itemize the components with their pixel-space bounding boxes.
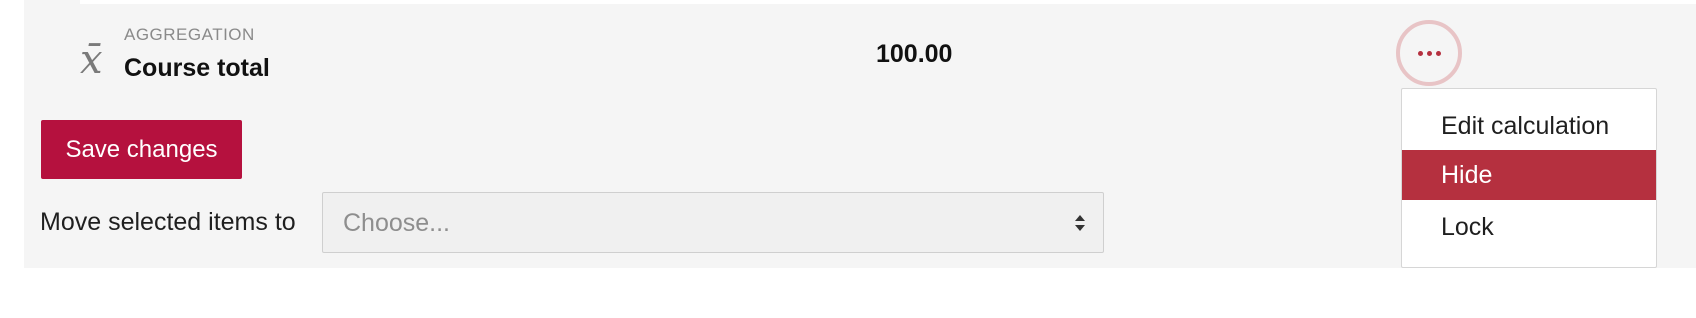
- save-changes-button[interactable]: Save changes: [41, 120, 242, 179]
- actions-dropdown-menu: Edit calculation Hide Lock: [1401, 88, 1657, 268]
- row-divider: [80, 0, 1696, 4]
- course-total-value: 100.00: [876, 40, 953, 68]
- select-placeholder: Choose...: [343, 209, 451, 237]
- move-items-select[interactable]: Choose...: [322, 192, 1104, 253]
- menu-item-hide[interactable]: Hide: [1402, 150, 1656, 200]
- ellipsis-icon: [1417, 50, 1441, 56]
- actions-menu-button[interactable]: [1396, 20, 1462, 86]
- move-items-label: Move selected items to: [40, 208, 296, 236]
- menu-item-edit-calculation[interactable]: Edit calculation: [1402, 101, 1656, 151]
- menu-item-lock[interactable]: Lock: [1402, 202, 1656, 252]
- updown-caret-icon: [1075, 215, 1085, 231]
- course-total-title: Course total: [124, 54, 270, 82]
- aggregation-icon: x̄: [80, 37, 103, 83]
- item-type-label: AGGREGATION: [124, 25, 255, 44]
